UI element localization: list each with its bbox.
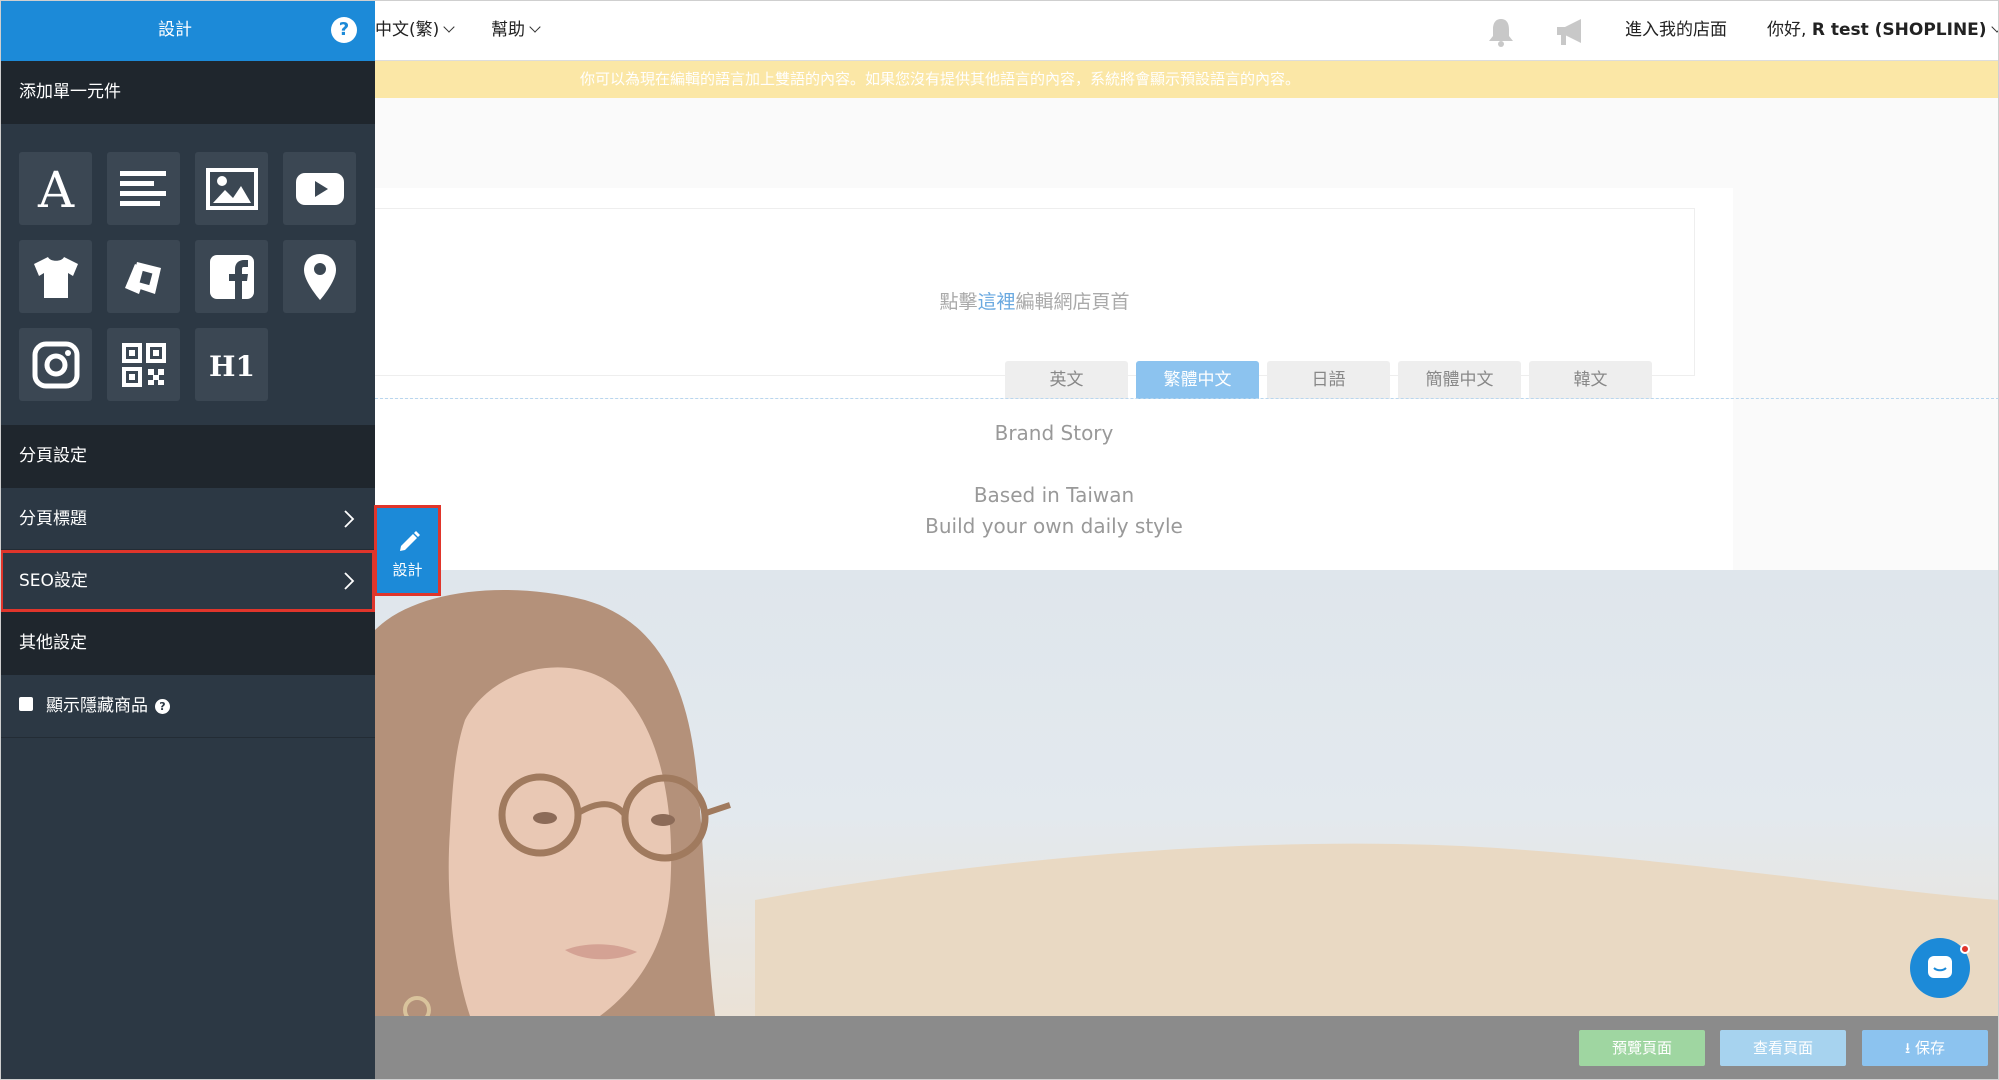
header-placeholder-text: 點擊這裡編輯網店頁首 — [375, 287, 1694, 314]
top-navigation-bar: 中文(繁) 幫助 進入我的店面 你好, R test (SHOPLINE) — [375, 0, 1999, 61]
facebook-icon[interactable] — [195, 240, 268, 313]
chevron-down-icon — [529, 21, 541, 33]
svg-text:A: A — [36, 162, 74, 216]
page-title-label: 分頁標題 — [19, 509, 87, 529]
help-dropdown[interactable]: 幫助 — [491, 0, 541, 61]
show-hidden-products-checkbox[interactable] — [19, 697, 33, 711]
chevron-down-icon — [1990, 21, 1999, 33]
show-hidden-products-label: 顯示隱藏商品 — [46, 696, 148, 716]
megaphone-icon[interactable] — [1553, 16, 1587, 48]
save-button-label: 保存 — [1915, 1039, 1946, 1057]
tab-japanese[interactable]: 日語 — [1267, 361, 1390, 399]
qr-code-icon[interactable] — [107, 328, 180, 401]
brand-story-line: Based in Taiwan — [973, 483, 1135, 507]
image-icon[interactable] — [195, 152, 268, 225]
gallery-icon[interactable] — [107, 240, 180, 313]
design-toggle-label: 設計 — [392, 561, 423, 579]
brand-story-title: Brand Story — [994, 421, 1114, 445]
sidebar-title: 設計 — [158, 20, 192, 40]
language-dropdown-label: 中文(繁) — [375, 20, 440, 40]
enter-store-link[interactable]: 進入我的店面 — [1625, 0, 1727, 61]
download-icon: ⭳ — [1904, 1039, 1911, 1057]
header-placeholder-box[interactable]: 點擊這裡編輯網店頁首 — [375, 208, 1695, 376]
bell-icon[interactable] — [1485, 16, 1517, 48]
header-placeholder-suffix: 編輯網店頁首 — [1015, 291, 1130, 313]
design-toggle-button[interactable]: 設計 — [374, 505, 441, 596]
tab-traditional-chinese[interactable]: 繁體中文 — [1136, 361, 1259, 399]
question-circle-icon[interactable]: ? — [155, 699, 170, 714]
page-settings-section-title: 分頁設定 — [0, 425, 375, 488]
portrait-photo — [375, 590, 1999, 1016]
bilingual-notice-banner: 你可以為現在編輯的語言加上雙語的內容。如果您沒有提供其他語言的內容，系統將會顯示… — [375, 61, 1999, 98]
view-page-button[interactable]: 查看頁面 — [1720, 1030, 1846, 1066]
tab-korean[interactable]: 韓文 — [1529, 361, 1652, 399]
user-name: R test (SHOPLINE) — [1811, 20, 1987, 40]
chevron-down-icon — [443, 21, 455, 33]
brand-story-line: Build your own daily style — [925, 514, 1183, 538]
paragraph-icon[interactable] — [107, 152, 180, 225]
seo-settings-row[interactable]: SEO設定 — [0, 550, 375, 612]
page-editor-canvas: 點擊這裡編輯網店頁首 英文 繁體中文 日語 簡體中文 韓文 Brand Stor… — [375, 98, 1999, 1016]
add-element-section-title: 添加單一元件 — [0, 61, 375, 124]
tab-simplified-chinese[interactable]: 簡體中文 — [1398, 361, 1521, 399]
youtube-icon[interactable] — [283, 152, 356, 225]
edit-header-link[interactable]: 這裡 — [977, 291, 1015, 313]
greeting-text: 你好, — [1767, 20, 1807, 40]
instagram-icon[interactable] — [19, 328, 92, 401]
svg-text:H1: H1 — [209, 350, 255, 383]
hero-banner-image[interactable] — [375, 570, 1999, 1016]
text-icon[interactable]: A — [19, 152, 92, 225]
show-hidden-products-row: 顯示隱藏商品 ? — [0, 675, 375, 738]
notice-text: 你可以為現在編輯的語言加上雙語的內容。如果您沒有提供其他語言的內容，系統將會顯示… — [580, 70, 1301, 88]
language-dropdown[interactable]: 中文(繁) — [375, 0, 455, 61]
map-pin-icon[interactable] — [283, 240, 356, 313]
question-circle-icon[interactable]: ? — [331, 17, 357, 43]
notification-dot — [1960, 944, 1970, 954]
editor-action-bar: 預覽頁面 查看頁面 ⭳ 保存 — [375, 1016, 1999, 1080]
tshirt-product-icon[interactable] — [19, 240, 92, 313]
sidebar-header: 設計 ? — [0, 0, 375, 61]
header-placeholder-prefix: 點擊 — [939, 291, 978, 313]
element-tile-grid: A H1 — [0, 124, 375, 425]
help-dropdown-label: 幫助 — [491, 20, 525, 40]
chat-icon — [1928, 956, 1952, 978]
pencil-icon — [400, 531, 420, 551]
h1-heading-icon[interactable]: H1 — [195, 328, 268, 401]
seo-settings-label: SEO設定 — [19, 571, 88, 591]
brand-story-section[interactable]: Brand Story Based in Taiwan Build your o… — [375, 399, 1733, 570]
live-chat-button[interactable] — [1910, 938, 1970, 998]
other-settings-section-title: 其他設定 — [0, 612, 375, 675]
design-sidebar: 設計 ? 添加單一元件 A H1 分頁設定 分頁標題 SEO設定 其他設定 顯示… — [0, 0, 375, 1080]
user-menu-dropdown[interactable]: 你好, R test (SHOPLINE) — [1767, 0, 1999, 61]
chevron-right-icon — [344, 510, 355, 528]
tab-english[interactable]: 英文 — [1005, 361, 1128, 399]
page-title-row[interactable]: 分頁標題 — [0, 488, 375, 550]
preview-page-button[interactable]: 預覽頁面 — [1579, 1030, 1705, 1066]
chevron-right-icon — [344, 572, 355, 590]
save-button[interactable]: ⭳ 保存 — [1862, 1030, 1988, 1066]
